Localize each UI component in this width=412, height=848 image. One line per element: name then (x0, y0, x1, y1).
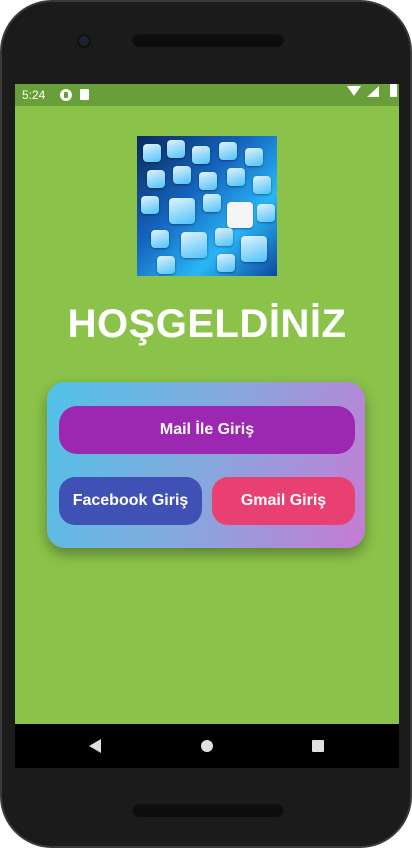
gmail-login-button[interactable]: Gmail Giriş (212, 477, 355, 525)
bottom-speaker (132, 803, 284, 817)
recents-icon[interactable] (312, 740, 324, 752)
mail-login-button[interactable]: Mail İle Giriş (59, 406, 355, 454)
login-options-card: Mail İle Giriş Facebook Giriş Gmail Giri… (47, 382, 365, 548)
navigation-bar (15, 724, 399, 768)
top-speaker (132, 33, 284, 47)
phone-frame: 5:24 HOŞGELDİNİZ Mail İle Giriş Facebook… (0, 0, 412, 848)
social-media-apps-image (137, 136, 277, 276)
status-bar: 5:24 (15, 84, 399, 106)
wifi-icon (347, 86, 361, 96)
home-icon[interactable] (201, 740, 213, 752)
welcome-title: HOŞGELDİNİZ (67, 302, 347, 346)
battery-icon (390, 84, 397, 97)
app-notification-icon (60, 89, 72, 101)
status-time: 5:24 (22, 88, 46, 102)
app-screen: 5:24 HOŞGELDİNİZ Mail İle Giriş Facebook… (15, 84, 399, 768)
sd-card-icon (80, 89, 89, 100)
back-icon[interactable] (89, 739, 101, 753)
signal-icon (367, 86, 379, 97)
front-camera (79, 36, 89, 46)
facebook-login-button[interactable]: Facebook Giriş (59, 477, 202, 525)
